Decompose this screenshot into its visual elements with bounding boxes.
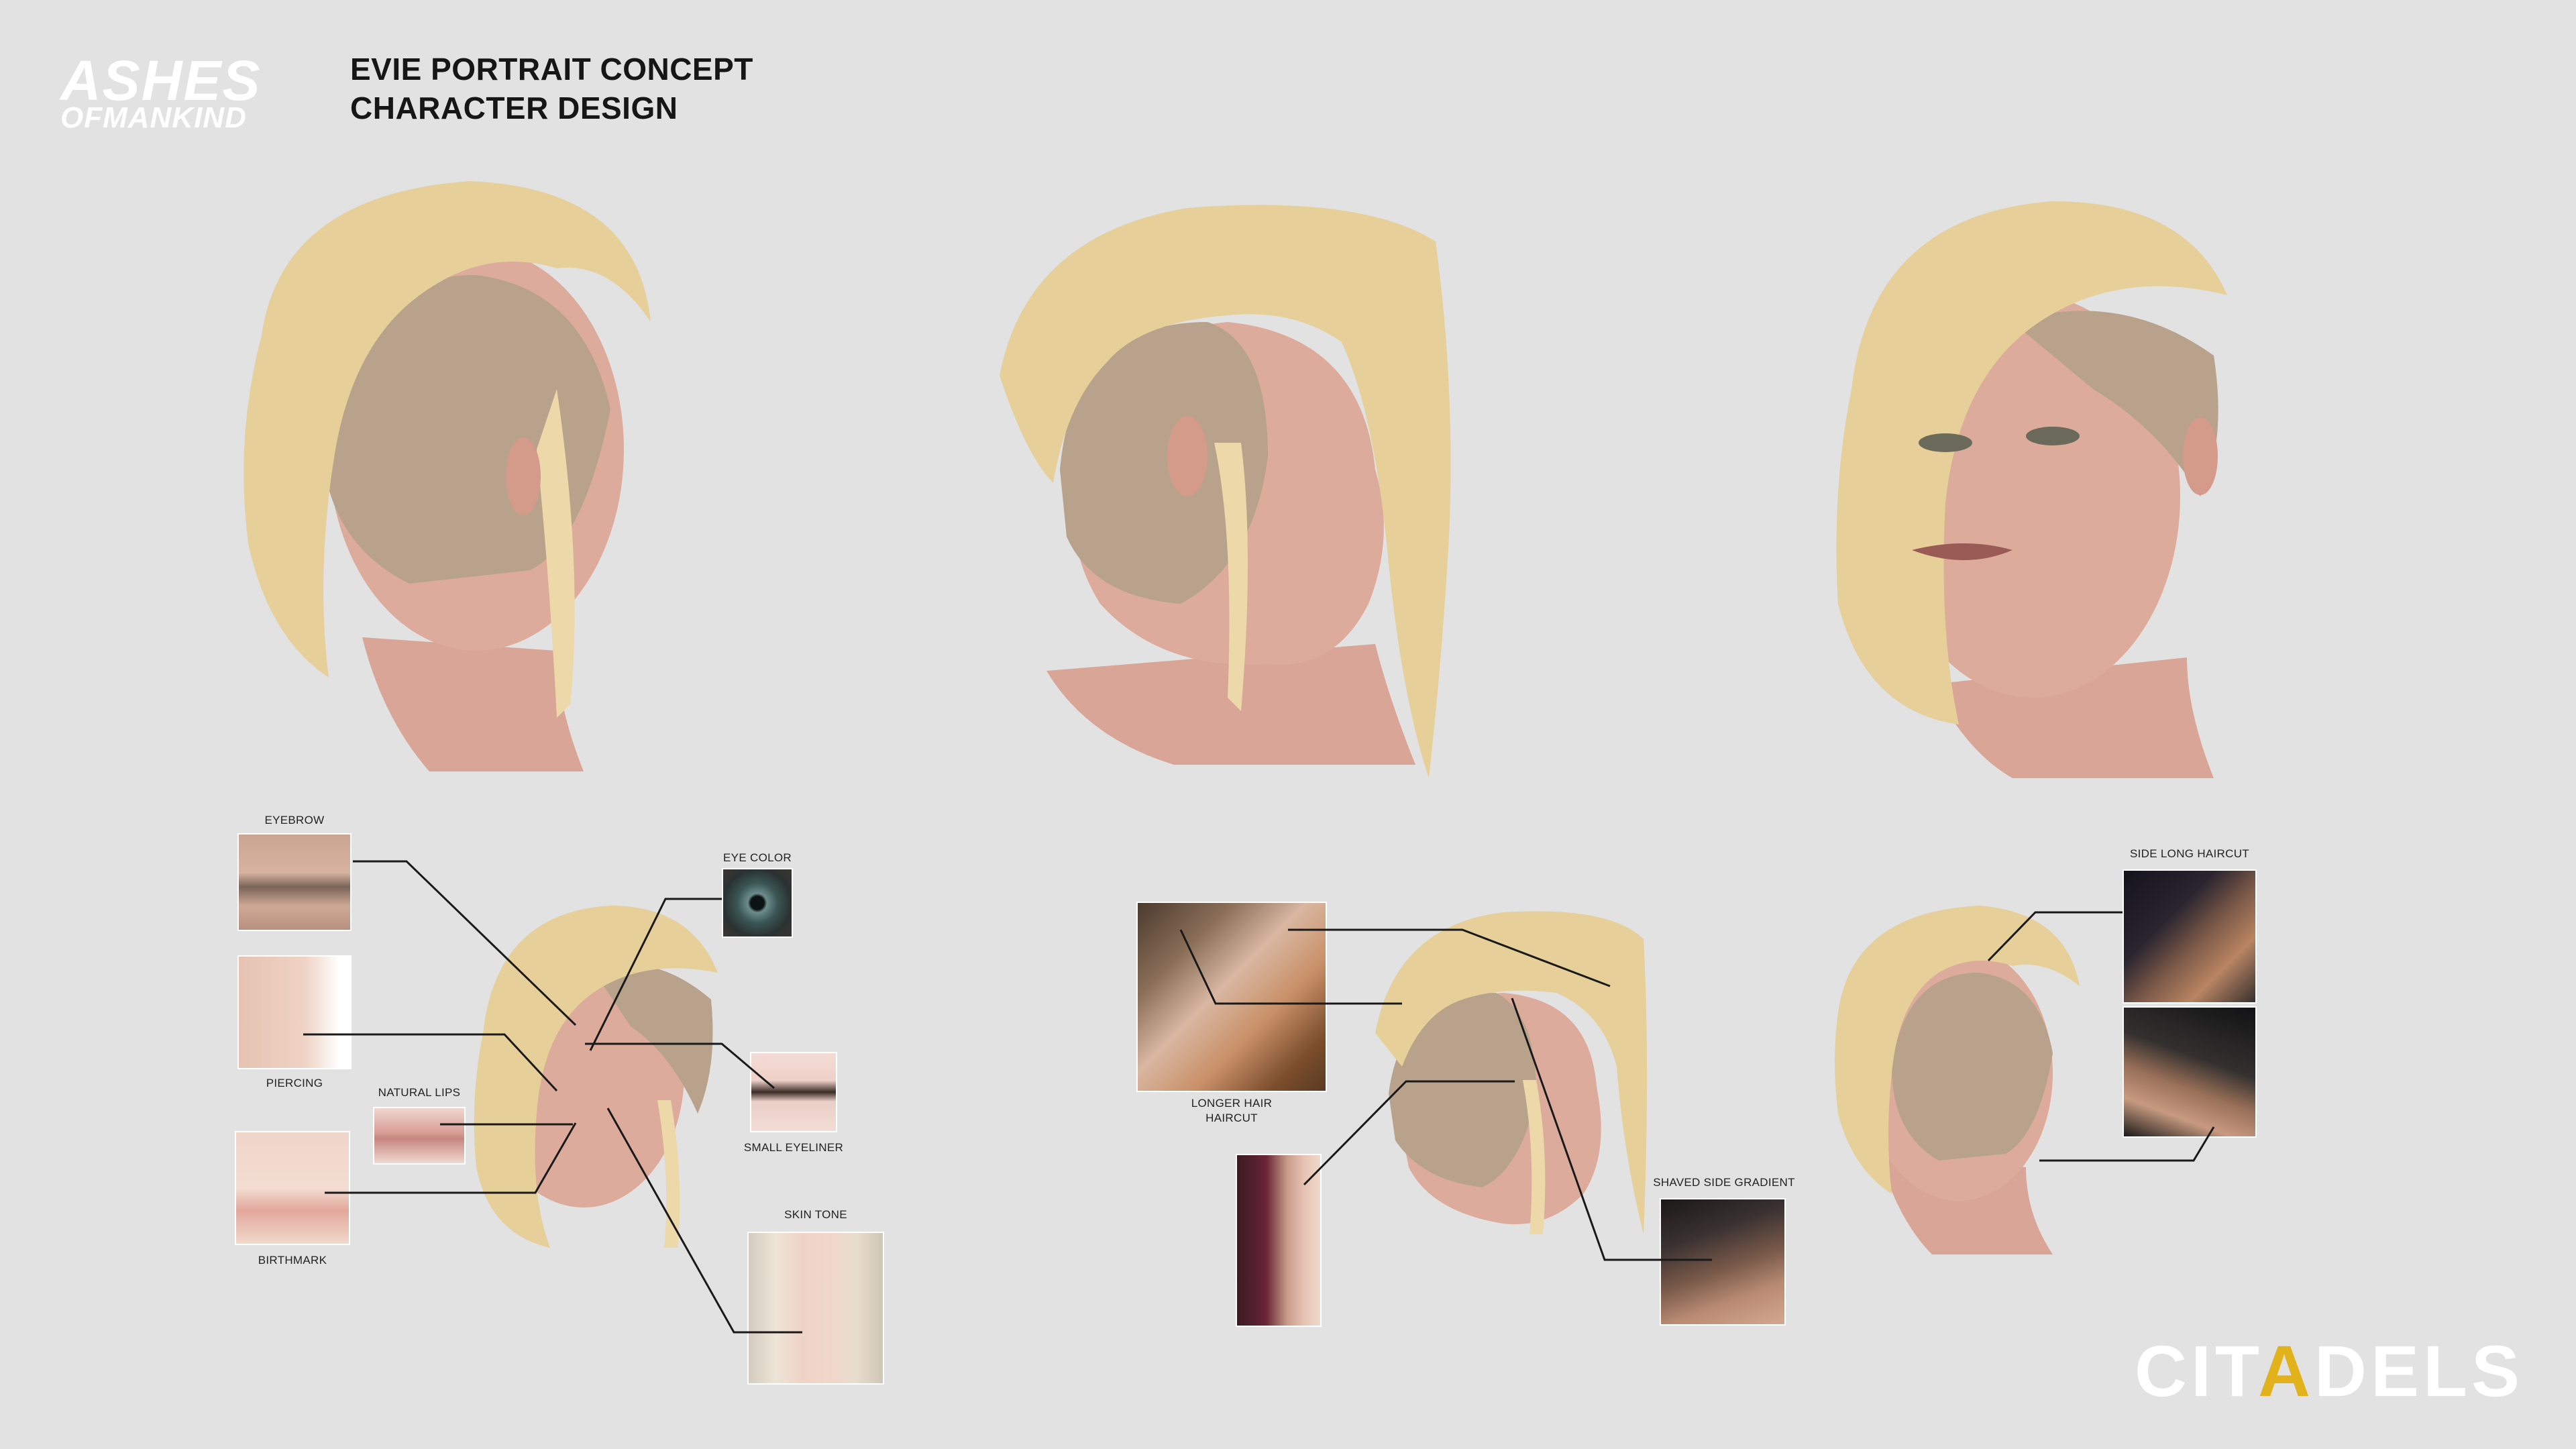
shaved-side-gradient-reference-photo [1660,1198,1786,1326]
side-long-haircut-label: SIDE LONG HAIRCUT [2130,847,2249,860]
citadels-logo: CITADELS [2135,1335,2524,1407]
title-line2: CHARACTER DESIGN [350,91,678,125]
natural-lips-reference-photo [373,1107,466,1165]
small-eyeliner-label: SMALL EYELINER [743,1141,844,1154]
skin-tone-reference-photo [747,1232,884,1385]
page-title: EVIE PORTRAIT CONCEPT CHARACTER DESIGN [350,50,753,127]
piercing-label: PIERCING [266,1077,323,1089]
natural-lips-label: NATURAL LIPS [378,1086,461,1099]
longer-hair-label-line1: LONGER HAIR [1191,1097,1273,1110]
eyebrow-reference-photo [237,833,352,931]
title-line1: EVIE PORTRAIT CONCEPT [350,52,753,87]
eye-color-label: EYE COLOR [723,851,792,864]
eyebrow-label: EYEBROW [264,814,325,826]
skin-tone-label: SKIN TONE [784,1208,847,1221]
burgundy-hair-reference-photo [1236,1154,1322,1327]
annotated-portrait-right [1835,906,2080,1254]
longer-hair-label: LONGER HAIR HAIRCUT [1144,1096,1319,1126]
portrait-front-view [1836,201,2227,778]
longer-hair-label-line2: HAIRCUT [1205,1112,1258,1124]
portrait-profile-view [1000,205,1451,778]
longer-hair-reference-photo [1136,902,1327,1092]
portrait-back-view [244,181,651,771]
logo-line1: ASHES [60,49,262,112]
annotated-portrait-middle [1375,911,1647,1234]
small-eyeliner-reference-photo [750,1052,837,1132]
piercing-reference-photo [237,955,352,1069]
ashes-of-mankind-logo: ASHES OFMANKIND [60,52,309,133]
side-long-haircut-reference-photo-1 [2123,869,2257,1004]
logo-line2: OFMANKIND [60,101,247,134]
citadels-logo-part3: DELS [2314,1330,2524,1411]
citadels-logo-part1: CIT [2134,1330,2258,1411]
annotated-portrait-left [474,906,718,1248]
birthmark-reference-photo [235,1131,350,1245]
eye-color-reference-photo [722,868,793,938]
side-long-haircut-reference-photo-2 [2123,1006,2257,1138]
birthmark-label: BIRTHMARK [258,1254,327,1267]
citadels-logo-accent: A [2257,1330,2314,1411]
shaved-side-gradient-label: SHAVED SIDE GRADIENT [1653,1176,1795,1189]
